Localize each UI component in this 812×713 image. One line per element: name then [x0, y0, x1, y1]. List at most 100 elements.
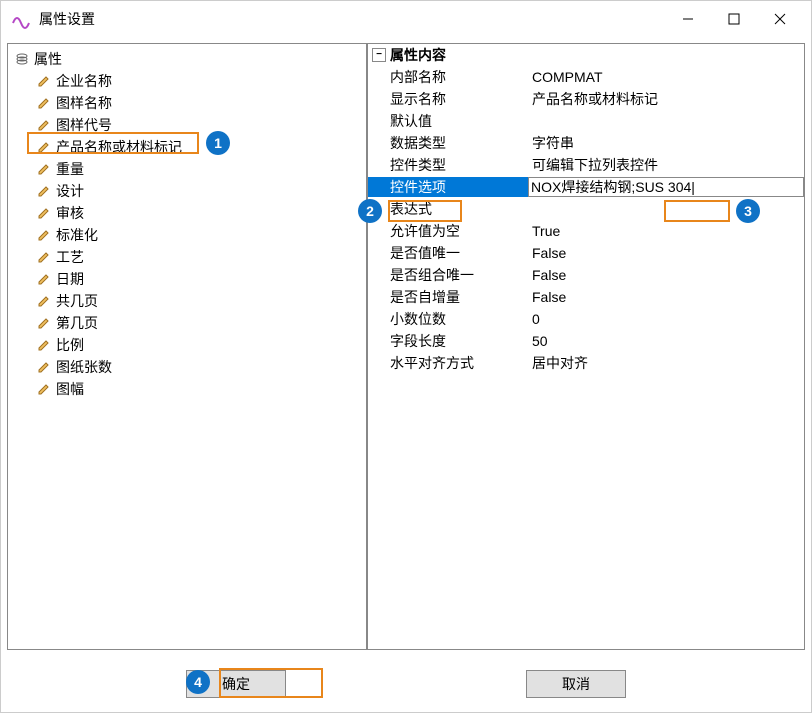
tree-item-label: 设计: [56, 181, 84, 201]
pencil-icon: [36, 205, 52, 221]
grid-cell-label: 允许值为空: [368, 221, 528, 241]
grid-row[interactable]: 内部名称COMPMAT: [368, 66, 804, 88]
tree-item[interactable]: 标准化: [8, 224, 366, 246]
grid-cell-value: 字符串: [528, 133, 804, 153]
grid-cell-label: 默认值: [368, 111, 528, 131]
tree-item[interactable]: 图样名称: [8, 92, 366, 114]
grid-row[interactable]: 控件选项: [368, 176, 804, 198]
attribute-tree-panel[interactable]: 属性 企业名称图样名称图样代号产品名称或材料标记重量设计审核标准化工艺日期共几页…: [7, 43, 367, 650]
tree-item-label: 工艺: [56, 247, 84, 267]
pencil-icon: [36, 249, 52, 265]
cancel-button[interactable]: 取消: [526, 670, 626, 698]
pencil-icon: [36, 337, 52, 353]
pencil-icon: [36, 271, 52, 287]
window-controls: [665, 3, 803, 35]
grid-cell-value: 50: [528, 333, 804, 349]
pencil-icon: [36, 315, 52, 331]
title-bar: 属性设置: [1, 1, 811, 37]
pencil-icon: [36, 227, 52, 243]
grid-cell-label: 控件选项: [368, 177, 528, 197]
pencil-icon: [36, 161, 52, 177]
grid-row[interactable]: 字段长度50: [368, 330, 804, 352]
pencil-icon: [36, 359, 52, 375]
tree-item[interactable]: 共几页: [8, 290, 366, 312]
pencil-icon: [36, 183, 52, 199]
control-options-input[interactable]: [528, 177, 804, 197]
tree-item-label: 企业名称: [56, 71, 112, 91]
grid-cell-value: COMPMAT: [528, 69, 804, 85]
grid-cell-value: 可编辑下拉列表控件: [528, 155, 804, 175]
pencil-icon: [36, 73, 52, 89]
tree-item[interactable]: 比例: [8, 334, 366, 356]
tree-item[interactable]: 图样代号: [8, 114, 366, 136]
grid-cell-value: 居中对齐: [528, 353, 804, 373]
tree-item[interactable]: 日期: [8, 268, 366, 290]
tree-root-label: 属性: [34, 49, 62, 69]
tree-item[interactable]: 第几页: [8, 312, 366, 334]
grid-row[interactable]: 是否组合唯一False: [368, 264, 804, 286]
tree-item[interactable]: 产品名称或材料标记: [8, 136, 366, 158]
grid-header[interactable]: − 属性内容: [368, 44, 804, 66]
app-icon: [9, 7, 33, 31]
grid-cell-label: 是否值唯一: [368, 243, 528, 263]
content-area: 属性 企业名称图样名称图样代号产品名称或材料标记重量设计审核标准化工艺日期共几页…: [1, 37, 811, 656]
dialog-footer: 确定 取消: [1, 656, 811, 712]
grid-cell-label: 是否自增量: [368, 287, 528, 307]
tree-item-label: 图幅: [56, 379, 84, 399]
tree-item[interactable]: 企业名称: [8, 70, 366, 92]
tree-item-label: 标准化: [56, 225, 98, 245]
grid-row[interactable]: 允许值为空True: [368, 220, 804, 242]
close-button[interactable]: [757, 3, 803, 35]
tree-item-label: 日期: [56, 269, 84, 289]
tree-item-label: 重量: [56, 159, 84, 179]
collapse-icon[interactable]: −: [372, 48, 386, 62]
grid-cell-value: True: [528, 223, 804, 239]
tree-item-label: 共几页: [56, 291, 98, 311]
grid-cell-value: False: [528, 245, 804, 261]
callout-badge: 2: [358, 199, 382, 223]
grid-cell-label: 显示名称: [368, 89, 528, 109]
grid-row[interactable]: 是否值唯一False: [368, 242, 804, 264]
grid-cell-label: 是否组合唯一: [368, 265, 528, 285]
pencil-icon: [36, 117, 52, 133]
tree-item-label: 审核: [56, 203, 84, 223]
grid-row[interactable]: 控件类型可编辑下拉列表控件: [368, 154, 804, 176]
minimize-button[interactable]: [665, 3, 711, 35]
grid-cell-label: 小数位数: [368, 309, 528, 329]
tree-item-label: 图样代号: [56, 115, 112, 135]
callout-badge: 1: [206, 131, 230, 155]
window-title: 属性设置: [39, 9, 665, 29]
grid-row[interactable]: 是否自增量False: [368, 286, 804, 308]
grid-cell-label: 控件类型: [368, 155, 528, 175]
stack-icon: [14, 51, 30, 67]
tree-item[interactable]: 图幅: [8, 378, 366, 400]
grid-row[interactable]: 默认值: [368, 110, 804, 132]
grid-cell-label: 水平对齐方式: [368, 353, 528, 373]
grid-row[interactable]: 显示名称产品名称或材料标记: [368, 88, 804, 110]
tree-item[interactable]: 设计: [8, 180, 366, 202]
grid-cell-value: False: [528, 289, 804, 305]
grid-cell-label: 数据类型: [368, 133, 528, 153]
tree-item[interactable]: 审核: [8, 202, 366, 224]
maximize-button[interactable]: [711, 3, 757, 35]
tree-item[interactable]: 工艺: [8, 246, 366, 268]
property-grid-panel[interactable]: − 属性内容 内部名称COMPMAT显示名称产品名称或材料标记默认值数据类型字符…: [367, 43, 805, 650]
pencil-icon: [36, 293, 52, 309]
pencil-icon: [36, 139, 52, 155]
grid-cell-value: False: [528, 267, 804, 283]
grid-row[interactable]: 水平对齐方式居中对齐: [368, 352, 804, 374]
grid-cell-value: 0: [528, 311, 804, 327]
grid-cell-label: 内部名称: [368, 67, 528, 87]
grid-row[interactable]: 数据类型字符串: [368, 132, 804, 154]
tree-root-item[interactable]: 属性: [8, 48, 366, 70]
grid-cell-value: 产品名称或材料标记: [528, 89, 804, 109]
pencil-icon: [36, 95, 52, 111]
grid-cell-label: 表达式: [368, 199, 528, 219]
tree-item[interactable]: 重量: [8, 158, 366, 180]
callout-badge: 4: [186, 670, 210, 694]
grid-row[interactable]: 小数位数0: [368, 308, 804, 330]
grid-cell-label: 字段长度: [368, 331, 528, 351]
pencil-icon: [36, 381, 52, 397]
callout-badge: 3: [736, 199, 760, 223]
tree-item[interactable]: 图纸张数: [8, 356, 366, 378]
